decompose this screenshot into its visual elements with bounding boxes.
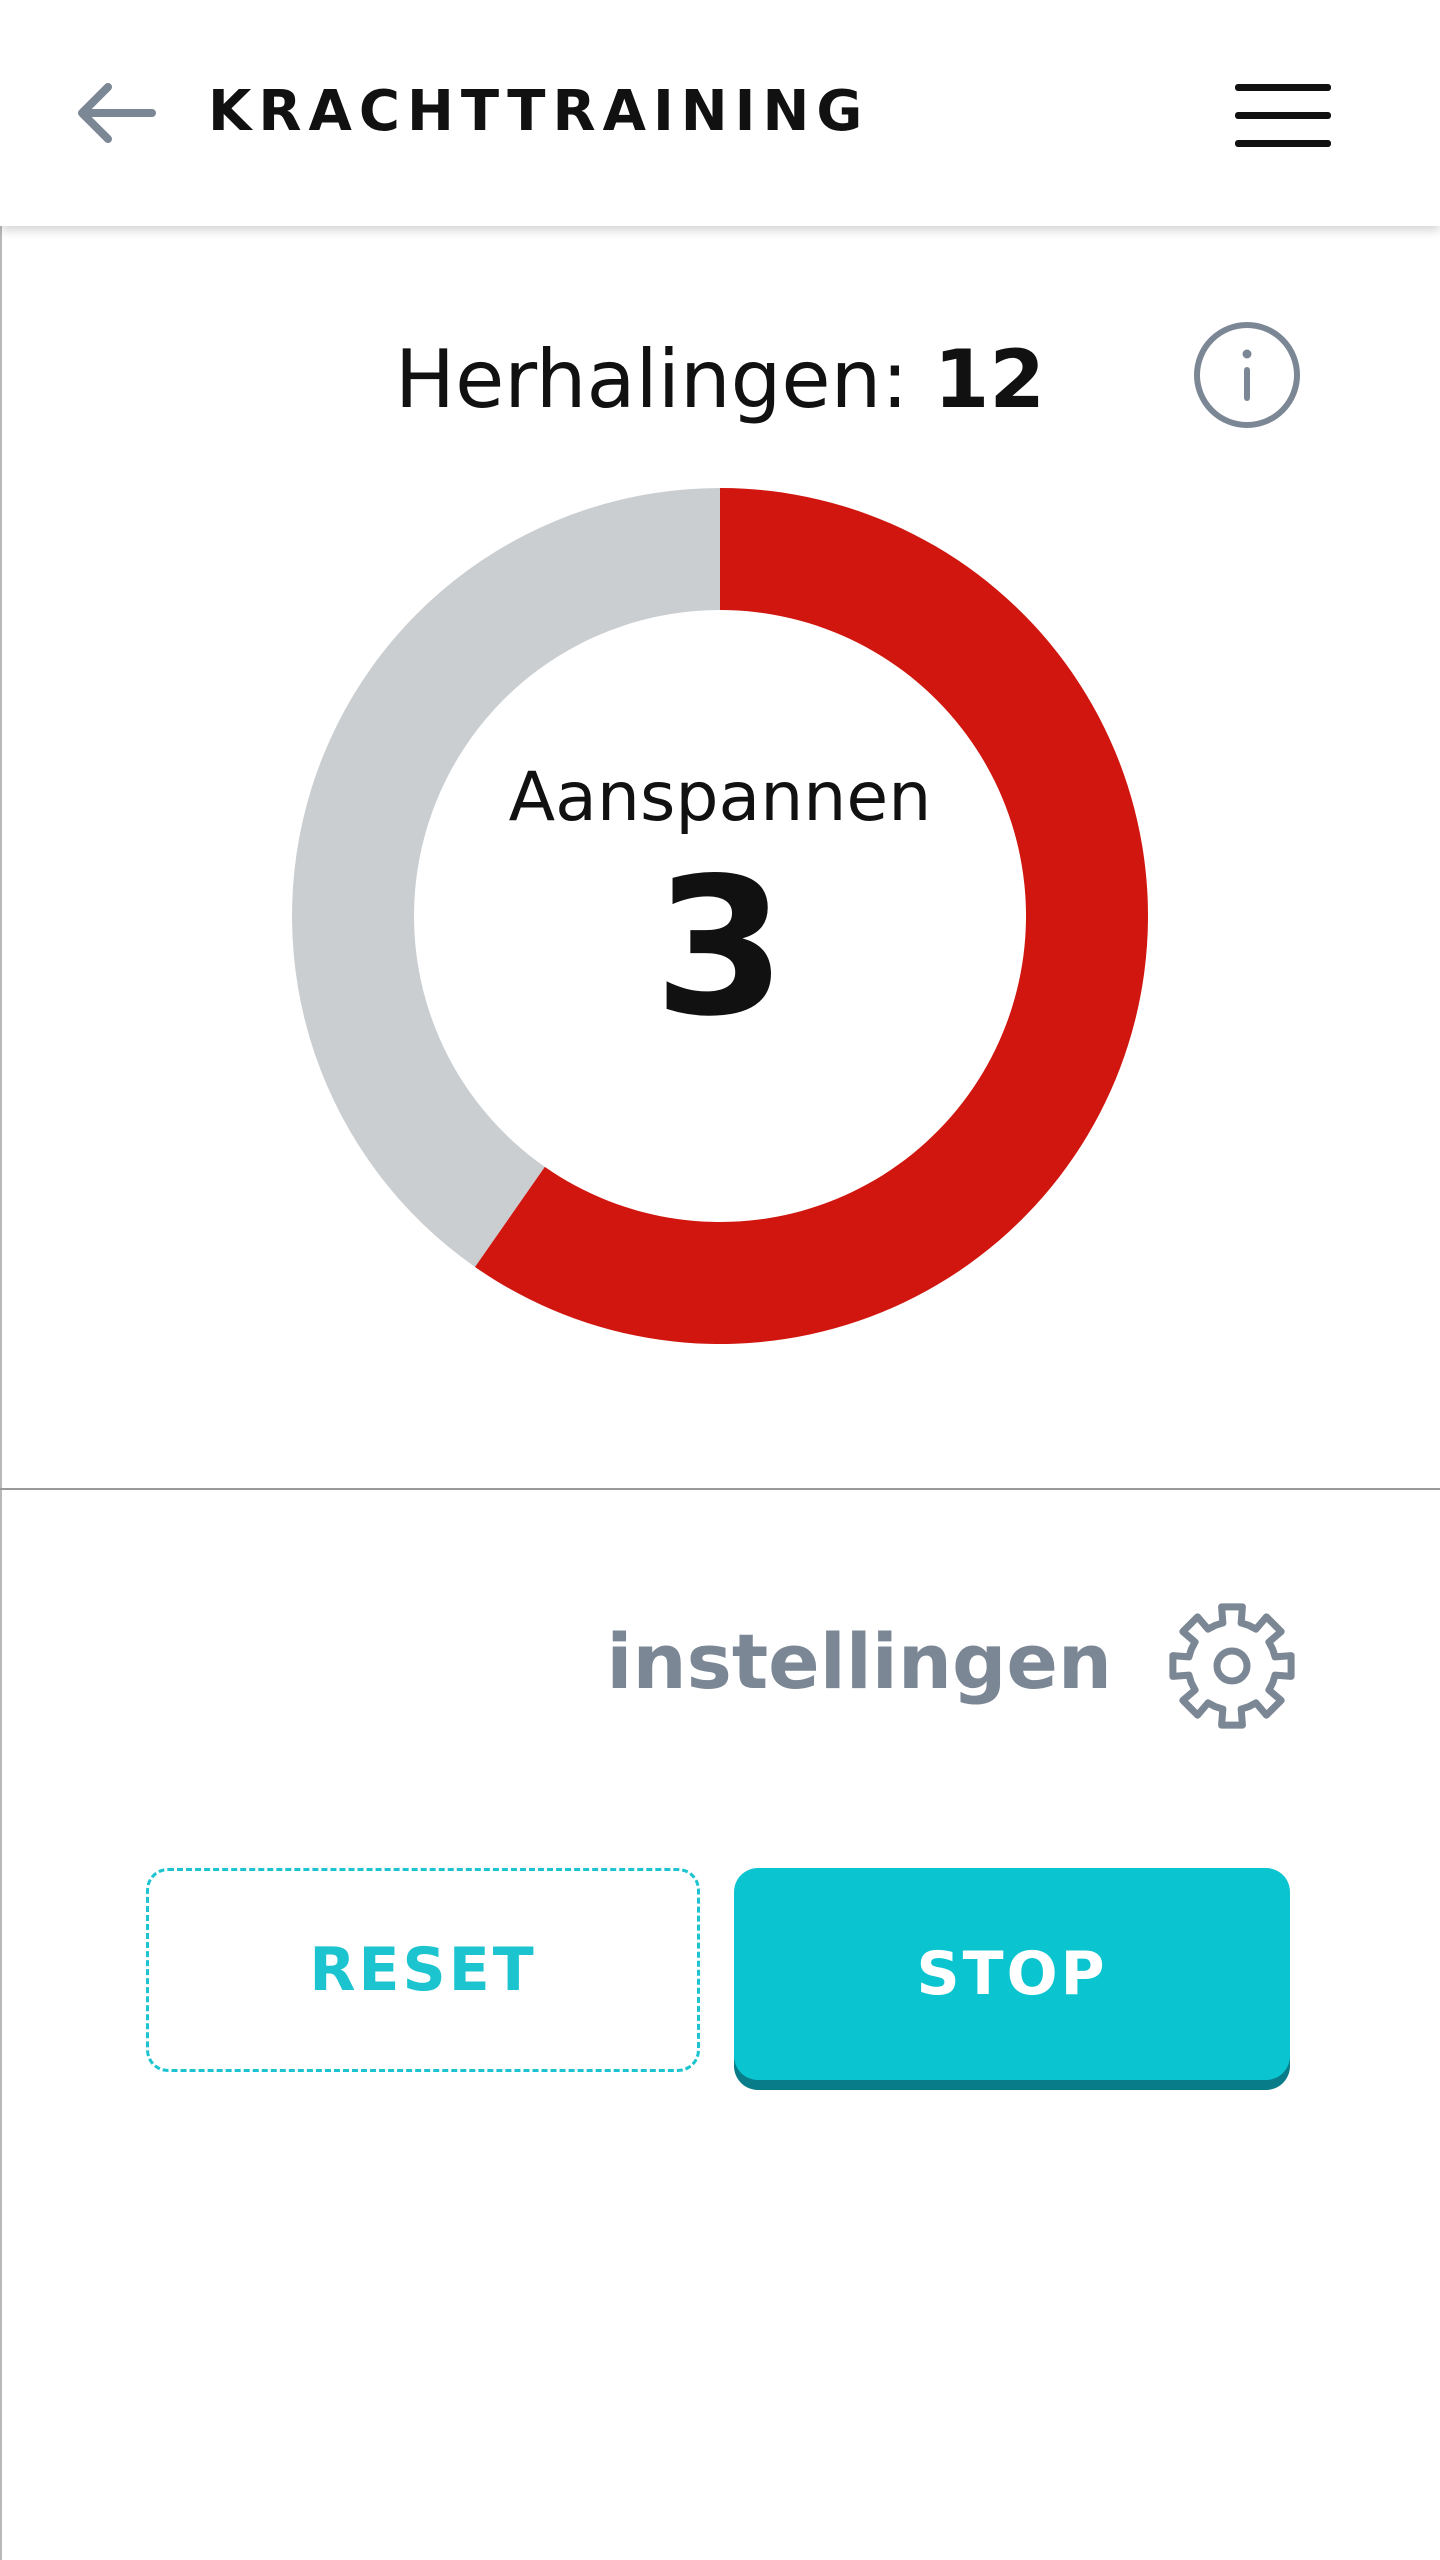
settings-label: instellingen [606,1617,1112,1706]
count-value: 3 [653,837,787,1058]
reset-button[interactable]: RESET [146,1868,700,2072]
phase-label: Aanspannen [508,758,932,837]
repetitions-caption: Herhalingen: [394,333,909,426]
menu-button[interactable] [1218,66,1348,166]
page-title: KRACHTTRAINING [208,79,870,144]
gear-icon [1169,1603,1295,1729]
info-icon [1194,322,1300,428]
divider [0,1488,1440,1490]
info-button[interactable] [1192,320,1302,430]
back-button[interactable] [60,68,170,158]
arrow-left-icon [78,83,156,143]
app-bar: KRACHTTRAINING [0,0,1440,226]
settings-link[interactable]: instellingen [606,1590,1300,1740]
stop-button[interactable]: STOP [734,1868,1290,2080]
repetitions-value: 12 [933,333,1046,426]
hamburger-menu-icon [1235,84,1331,147]
